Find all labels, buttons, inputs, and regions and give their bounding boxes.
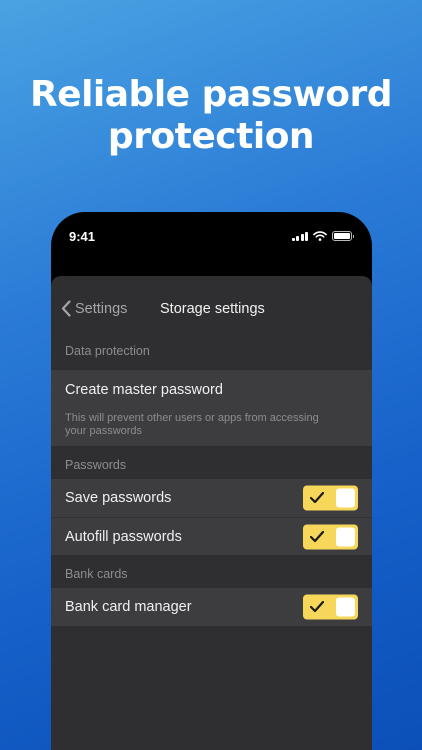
checkmark-icon xyxy=(309,530,325,542)
cellular-signal-icon xyxy=(291,231,308,241)
create-master-password-description: This will prevent other users or apps fr… xyxy=(65,412,319,437)
page-title: Storage settings xyxy=(160,301,265,317)
phone-frame: 9:41 Settings Storage settings Data prot xyxy=(51,212,372,750)
navigation-bar: Settings Storage settings xyxy=(51,276,372,344)
create-master-password-row[interactable]: Create master password This will prevent… xyxy=(51,370,372,446)
toggle-knob xyxy=(336,488,355,508)
storage-settings-screen: Settings Storage settings Data protectio… xyxy=(51,276,372,750)
headline-line-1: Reliable password xyxy=(29,74,393,115)
status-bar: 9:41 xyxy=(51,212,372,262)
headline-line-2: protection xyxy=(107,116,315,157)
section-header-bank-cards: Bank cards xyxy=(65,567,128,581)
toggle-knob xyxy=(336,527,355,546)
section-header-data-protection: Data protection xyxy=(65,344,150,358)
back-button[interactable]: Settings xyxy=(61,300,127,317)
autofill-passwords-label: Autofill passwords xyxy=(65,528,182,545)
save-passwords-label: Save passwords xyxy=(65,490,172,506)
bank-card-manager-toggle[interactable] xyxy=(303,594,358,620)
battery-icon xyxy=(332,231,354,241)
checkmark-icon xyxy=(309,600,325,613)
autofill-passwords-row[interactable]: Autofill passwords xyxy=(51,517,372,555)
bank-card-manager-label: Bank card manager xyxy=(65,599,192,615)
checkmark-icon xyxy=(309,491,325,504)
save-passwords-toggle[interactable] xyxy=(303,485,358,511)
wifi-icon xyxy=(313,231,327,241)
create-master-password-label: Create master password xyxy=(65,382,223,398)
status-icons xyxy=(291,231,354,241)
bank-card-manager-row[interactable]: Bank card manager xyxy=(51,588,372,626)
autofill-passwords-toggle[interactable] xyxy=(303,524,358,549)
section-header-passwords: Passwords xyxy=(65,458,127,472)
chevron-left-icon xyxy=(61,300,71,317)
back-button-label: Settings xyxy=(75,300,128,317)
promo-headline: Reliable password protection xyxy=(0,74,422,158)
toggle-knob xyxy=(336,597,355,617)
status-time: 9:41 xyxy=(69,229,96,244)
save-passwords-row[interactable]: Save passwords xyxy=(51,479,372,517)
